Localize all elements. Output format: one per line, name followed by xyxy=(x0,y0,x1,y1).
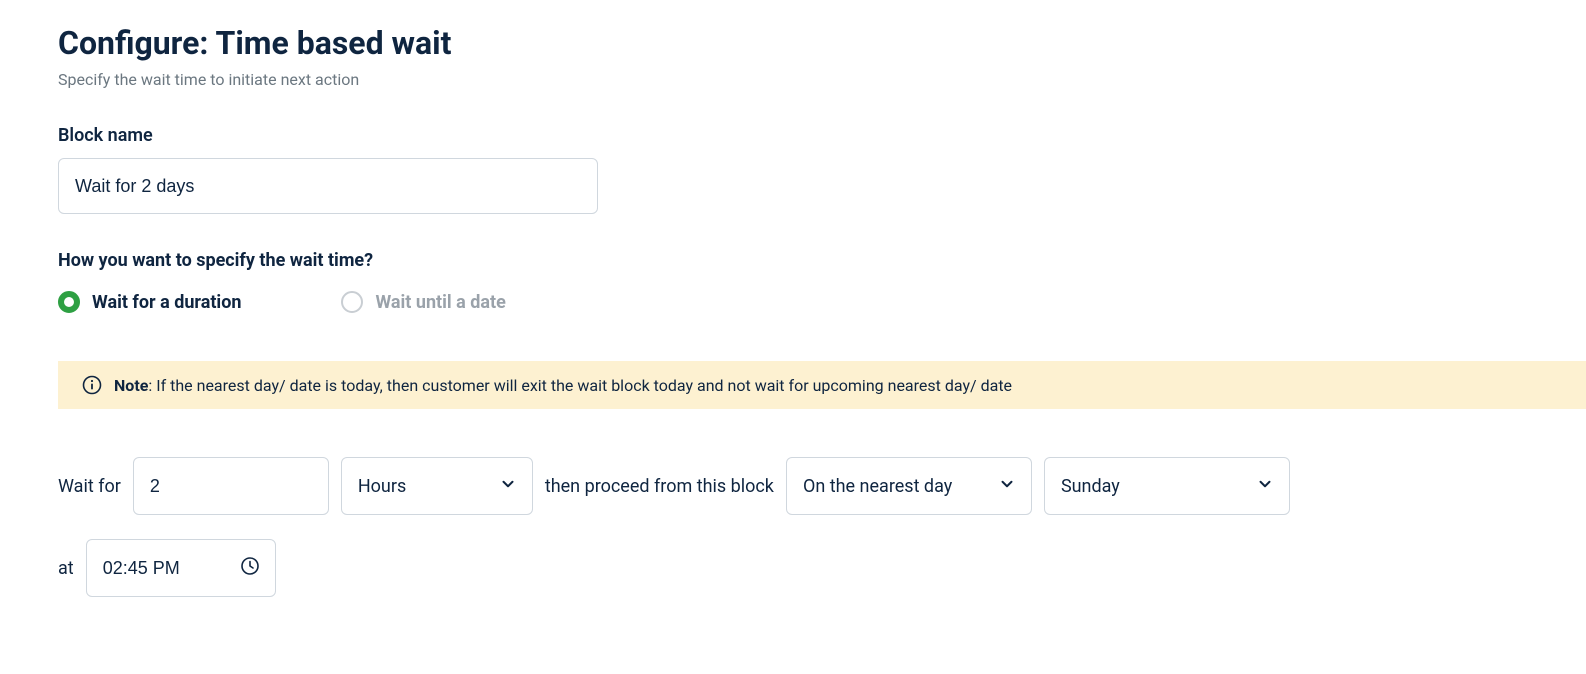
block-name-label: Block name xyxy=(58,125,1528,146)
info-icon xyxy=(82,375,102,395)
note-banner: Note: If the nearest day/ date is today,… xyxy=(58,361,1586,409)
radio-wait-until-date[interactable]: Wait until a date xyxy=(341,291,505,313)
page-title: Configure: Time based wait xyxy=(58,24,1528,62)
note-text: Note: If the nearest day/ date is today,… xyxy=(114,376,1012,395)
at-label: at xyxy=(58,558,74,579)
wait-for-label: Wait for xyxy=(58,476,121,497)
unit-select-value: Hours xyxy=(358,476,406,497)
radio-wait-until-date-label: Wait until a date xyxy=(375,292,505,313)
radio-unselected-icon xyxy=(341,291,363,313)
wait-spec-question: How you want to specify the wait time? xyxy=(58,250,1528,271)
proceed-mode-select[interactable]: On the nearest day xyxy=(786,457,1032,515)
page-subtitle: Specify the wait time to initiate next a… xyxy=(58,70,1528,89)
duration-row-1: Wait for Hours then proceed from this bl… xyxy=(58,457,1528,515)
note-body: : If the nearest day/ date is today, the… xyxy=(148,376,1012,395)
time-input[interactable] xyxy=(86,539,276,597)
block-name-input[interactable] xyxy=(58,158,598,214)
day-select[interactable]: Sunday xyxy=(1044,457,1290,515)
proceed-select-wrap: On the nearest day xyxy=(786,457,1032,515)
wait-spec-radio-group: Wait for a duration Wait until a date xyxy=(58,291,1528,313)
day-select-wrap: Sunday xyxy=(1044,457,1290,515)
radio-wait-duration-label: Wait for a duration xyxy=(92,292,241,313)
unit-select[interactable]: Hours xyxy=(341,457,533,515)
then-proceed-label: then proceed from this block xyxy=(545,476,774,497)
duration-row-2: at xyxy=(58,539,1528,597)
unit-select-wrap: Hours xyxy=(341,457,533,515)
radio-wait-duration[interactable]: Wait for a duration xyxy=(58,291,241,313)
proceed-mode-value: On the nearest day xyxy=(803,476,952,497)
day-select-value: Sunday xyxy=(1061,476,1120,497)
radio-selected-icon xyxy=(58,291,80,313)
wait-amount-input[interactable] xyxy=(133,457,329,515)
time-input-wrap xyxy=(86,539,276,597)
note-label: Note xyxy=(114,376,148,395)
